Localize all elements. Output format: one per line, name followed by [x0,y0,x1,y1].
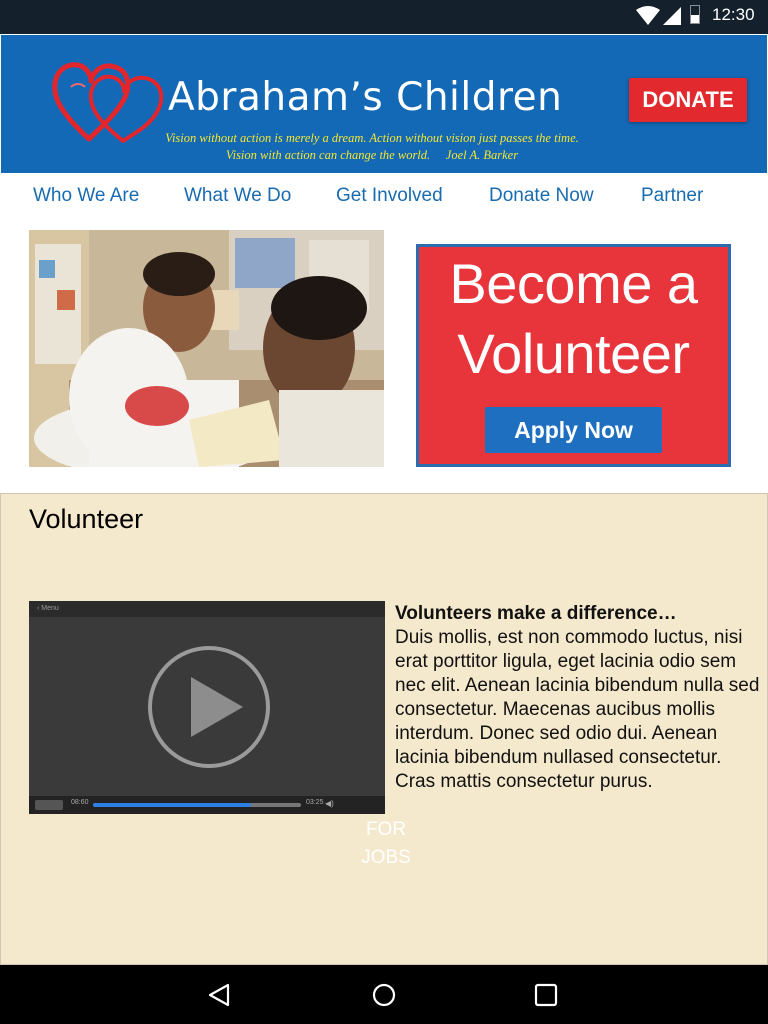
nav-donate-now[interactable]: Donate Now [489,185,594,207]
video-progress-bar[interactable] [93,803,301,807]
battery-icon [690,5,700,24]
volunteer-banner[interactable]: Become a Volunteer Apply Now [416,244,731,467]
tagline: Vision without action is merely a dream.… [137,130,607,164]
overlay-line-2: JOBS [361,847,411,868]
tagline-line-1: Vision without action is merely a dream.… [165,131,579,145]
tagline-line-2: Vision with action can change the world.… [225,148,519,162]
nav-partner[interactable]: Partner [641,185,703,207]
play-button-icon[interactable] [147,645,271,769]
video-player[interactable]: ‹ Menu 08:60 03:25 ◀) [29,601,385,814]
overlay-text: FOR JOBS [341,816,431,872]
cell-signal-icon [663,7,681,25]
status-bar: 12:30 [0,0,768,34]
volunteer-section: Volunteer ‹ Menu 08:60 03:25 ◀) FOR JOBS… [0,493,768,965]
video-time-total: 03:25 [306,799,324,806]
main-nav: Who We Are What We Do Get Involved Donat… [0,173,768,223]
article-lead: Volunteers make a difference… [395,603,677,624]
banner-line-1: Become a [449,252,698,315]
apply-now-button[interactable]: Apply Now [485,407,662,453]
recents-icon[interactable] [533,982,559,1008]
donate-button[interactable]: DONATE [629,78,747,122]
article-body: Duis mollis, est non commodo luctus, nis… [395,627,760,792]
volunteer-reading-photo [29,230,384,467]
nav-what-we-do[interactable]: What We Do [184,185,291,207]
video-menu-label[interactable]: ‹ Menu [29,601,385,617]
status-time: 12:30 [712,5,755,24]
mini-play-icon[interactable] [35,800,63,810]
banner-line-2: Volunteer [457,322,690,385]
section-title: Volunteer [29,504,144,534]
site-header: Abraham’s Children Vision without action… [1,35,767,173]
video-time-elapsed: 08:60 [71,799,89,806]
video-controls: 08:60 03:25 ◀) [29,796,385,814]
volume-icon[interactable]: ◀) [325,799,334,808]
overlay-line-1: FOR [365,819,407,840]
wifi-icon [636,6,660,25]
article-text: Volunteers make a difference… Duis molli… [395,602,760,794]
site-title[interactable]: Abraham’s Children [168,75,562,120]
home-icon[interactable] [371,982,397,1008]
system-nav-bar [0,965,768,1024]
nav-get-involved[interactable]: Get Involved [336,185,443,207]
nav-who-we-are[interactable]: Who We Are [33,185,139,207]
back-icon[interactable] [206,982,232,1008]
hero-photo [29,230,384,467]
